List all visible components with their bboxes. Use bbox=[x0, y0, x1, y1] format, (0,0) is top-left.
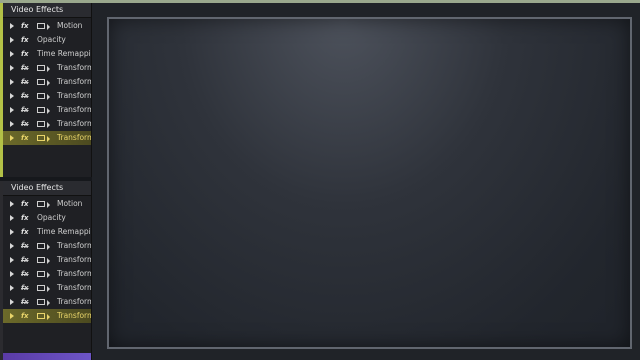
effect-label: Motion bbox=[57, 199, 83, 208]
fx-icon[interactable]: fx bbox=[21, 33, 29, 47]
fx-crossed-icon[interactable]: fx bbox=[21, 75, 29, 89]
effect-row-transform[interactable]: fx Transform bbox=[3, 103, 91, 117]
fx-crossed-icon[interactable]: fx bbox=[21, 61, 29, 75]
effect-row-transform[interactable]: fx Transform bbox=[3, 131, 91, 145]
effect-label: Transform bbox=[57, 105, 92, 114]
effect-row-transform[interactable]: fx Transform bbox=[3, 295, 91, 309]
fx-crossed-icon[interactable]: fx bbox=[21, 253, 29, 267]
expand-triangle-icon[interactable] bbox=[10, 215, 14, 221]
effect-row-motion[interactable]: fx Motion bbox=[3, 197, 91, 211]
effect-row-time-remapping[interactable]: fx Time Remapping bbox=[3, 225, 91, 239]
clip-film-icon bbox=[37, 79, 50, 86]
clip-film-icon bbox=[37, 299, 50, 306]
effect-row-transform[interactable]: fx Transform bbox=[3, 239, 91, 253]
effect-label: Transform bbox=[57, 283, 92, 292]
effect-row-opacity[interactable]: fx Opacity bbox=[3, 33, 91, 47]
fx-crossed-icon[interactable]: fx bbox=[21, 103, 29, 117]
fx-icon[interactable]: fx bbox=[21, 309, 29, 323]
expand-triangle-icon[interactable] bbox=[10, 313, 14, 319]
fx-crossed-icon[interactable]: fx bbox=[21, 281, 29, 295]
expand-triangle-icon[interactable] bbox=[10, 229, 14, 235]
effect-label: Motion bbox=[57, 21, 83, 30]
expand-triangle-icon[interactable] bbox=[10, 23, 14, 29]
effect-row-transform[interactable]: fx Transform bbox=[3, 309, 91, 323]
fx-icon[interactable]: fx bbox=[21, 131, 29, 145]
expand-triangle-icon[interactable] bbox=[10, 51, 14, 57]
effect-row-transform[interactable]: fx Transform bbox=[3, 253, 91, 267]
panel-header: Video Effects bbox=[3, 181, 91, 196]
expand-triangle-icon[interactable] bbox=[10, 135, 14, 141]
effect-label: Transform bbox=[57, 63, 92, 72]
effects-list: fx Motion fx Opacity fx Time Remapping fx Trans… bbox=[3, 196, 91, 323]
effect-label: Transform bbox=[57, 133, 92, 142]
effect-label: Transform bbox=[57, 241, 92, 250]
effect-label: Transform bbox=[57, 91, 92, 100]
effect-row-transform[interactable]: fx Transform bbox=[3, 267, 91, 281]
expand-triangle-icon[interactable] bbox=[10, 121, 14, 127]
clip-film-icon bbox=[37, 257, 50, 264]
expand-triangle-icon[interactable] bbox=[10, 65, 14, 71]
effect-label: Time Remapping bbox=[37, 49, 91, 58]
expand-triangle-icon[interactable] bbox=[10, 201, 14, 207]
clip-film-icon bbox=[37, 243, 50, 250]
effect-row-transform[interactable]: fx Transform bbox=[3, 117, 91, 131]
expand-triangle-icon[interactable] bbox=[10, 271, 14, 277]
clip-film-icon bbox=[37, 107, 50, 114]
clip-film-icon bbox=[37, 23, 50, 30]
clip-film-icon bbox=[37, 201, 50, 208]
effect-label: Transform bbox=[57, 255, 92, 264]
effect-label: Transform bbox=[57, 77, 92, 86]
effect-label: Opacity bbox=[37, 35, 66, 44]
expand-triangle-icon[interactable] bbox=[10, 243, 14, 249]
effect-label: Time Remapping bbox=[37, 227, 91, 236]
fx-icon[interactable]: fx bbox=[21, 211, 29, 225]
effect-row-transform[interactable]: fx Transform bbox=[3, 89, 91, 103]
video-preview-frame[interactable] bbox=[107, 17, 632, 349]
clip-film-icon bbox=[37, 93, 50, 100]
effect-row-opacity[interactable]: fx Opacity bbox=[3, 211, 91, 225]
effect-row-transform[interactable]: fx Transform bbox=[3, 281, 91, 295]
clip-film-icon bbox=[37, 135, 50, 142]
effect-controls-panel-bottom: Video Effects fx Motion fx Opacity fx Time Re… bbox=[0, 181, 92, 360]
clip-film-icon bbox=[37, 313, 50, 320]
effect-controls-panel-top: Video Effects fx Motion fx Opacity fx Time Re… bbox=[0, 3, 92, 177]
expand-triangle-icon[interactable] bbox=[10, 257, 14, 263]
panel-header: Video Effects bbox=[3, 3, 91, 18]
clip-film-icon bbox=[37, 285, 50, 292]
expand-triangle-icon[interactable] bbox=[10, 93, 14, 99]
clip-film-icon bbox=[37, 65, 50, 72]
effect-row-transform[interactable]: fx Transform bbox=[3, 61, 91, 75]
expand-triangle-icon[interactable] bbox=[10, 285, 14, 291]
expand-triangle-icon[interactable] bbox=[10, 299, 14, 305]
fx-crossed-icon[interactable]: fx bbox=[21, 89, 29, 103]
clip-film-icon bbox=[37, 121, 50, 128]
effects-list: fx Motion fx Opacity fx Time Remapping fx Trans… bbox=[3, 18, 91, 145]
effect-label: Transform bbox=[57, 311, 92, 320]
effect-label: Opacity bbox=[37, 213, 66, 222]
fx-crossed-icon[interactable]: fx bbox=[21, 239, 29, 253]
fx-icon[interactable]: fx bbox=[21, 19, 29, 33]
fx-crossed-icon[interactable]: fx bbox=[21, 267, 29, 281]
fx-icon[interactable]: fx bbox=[21, 197, 29, 211]
expand-triangle-icon[interactable] bbox=[10, 37, 14, 43]
effect-label: Transform bbox=[57, 297, 92, 306]
expand-triangle-icon[interactable] bbox=[10, 107, 14, 113]
fx-icon[interactable]: fx bbox=[21, 47, 29, 61]
effect-label: Transform bbox=[57, 269, 92, 278]
effect-row-motion[interactable]: fx Motion bbox=[3, 19, 91, 33]
program-monitor-panel bbox=[92, 3, 640, 360]
effect-label: Transform bbox=[57, 119, 92, 128]
fx-icon[interactable]: fx bbox=[21, 225, 29, 239]
effect-row-transform[interactable]: fx Transform bbox=[3, 75, 91, 89]
effect-row-time-remapping[interactable]: fx Time Remapping bbox=[3, 47, 91, 61]
clip-film-icon bbox=[37, 271, 50, 278]
expand-triangle-icon[interactable] bbox=[10, 79, 14, 85]
fx-crossed-icon[interactable]: fx bbox=[21, 295, 29, 309]
fx-crossed-icon[interactable]: fx bbox=[21, 117, 29, 131]
